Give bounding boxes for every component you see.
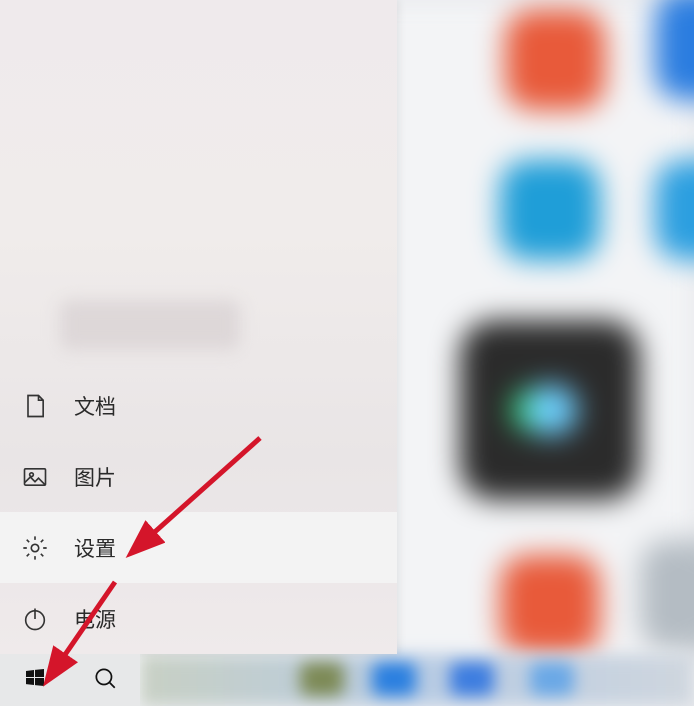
sidebar-item-label: 设置	[74, 533, 116, 563]
start-menu-panel: 文档 图片 设置 电源	[0, 0, 397, 654]
start-menu-list: 文档 图片 设置 电源	[0, 370, 397, 654]
search-icon	[92, 665, 118, 696]
start-button[interactable]	[0, 654, 70, 706]
sidebar-item-settings[interactable]: 设置	[0, 512, 397, 583]
search-button[interactable]	[70, 654, 140, 706]
power-icon	[20, 604, 50, 634]
windows-logo-icon	[23, 666, 47, 695]
sidebar-item-label: 图片	[74, 462, 116, 492]
sidebar-item-documents[interactable]: 文档	[0, 370, 397, 441]
taskbar-background	[140, 654, 694, 706]
sidebar-item-pictures[interactable]: 图片	[0, 441, 397, 512]
sidebar-item-power[interactable]: 电源	[0, 583, 397, 654]
sidebar-item-label: 电源	[74, 604, 116, 634]
document-icon	[20, 391, 50, 421]
gear-icon	[20, 533, 50, 563]
blurred-app-entry	[60, 300, 240, 350]
sidebar-item-label: 文档	[74, 391, 116, 421]
taskbar-left-buttons	[0, 654, 140, 706]
pictures-icon	[20, 462, 50, 492]
